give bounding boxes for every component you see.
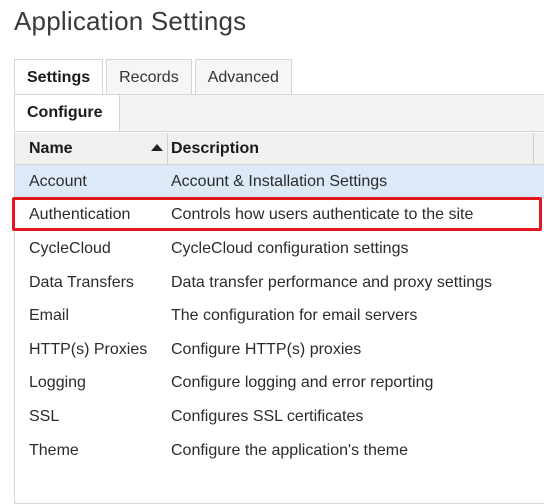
row-name: HTTP(s) Proxies <box>29 340 148 358</box>
row-name: CycleCloud <box>29 239 111 257</box>
row-description: Data transfer performance and proxy sett… <box>171 273 493 291</box>
settings-table: Name Description Account Account & Insta… <box>15 133 544 467</box>
table-row[interactable]: SSL Configures SSL certificates <box>15 400 544 434</box>
row-name: Logging <box>29 374 86 392</box>
subtab-configure[interactable]: Configure <box>15 95 120 131</box>
table-row[interactable]: Email The configuration for email server… <box>15 299 544 333</box>
column-header-name-label: Name <box>29 140 73 157</box>
row-name: Theme <box>29 441 79 459</box>
tab-records[interactable]: Records <box>106 59 192 95</box>
row-name: Email <box>29 307 70 325</box>
column-header-description[interactable]: Description <box>168 133 534 165</box>
table-row[interactable]: CycleCloud CycleCloud configuration sett… <box>15 232 544 266</box>
column-header-description-label: Description <box>171 140 260 157</box>
row-name: Account <box>29 172 87 190</box>
table-row[interactable]: Data Transfers Data transfer performance… <box>15 266 544 300</box>
sort-ascending-icon <box>151 144 163 151</box>
table-row[interactable]: Theme Configure the application's theme <box>15 434 544 468</box>
tab-settings[interactable]: Settings <box>14 59 104 96</box>
row-description: CycleCloud configuration settings <box>171 239 409 257</box>
column-header-name[interactable]: Name <box>15 133 168 165</box>
subtab-bar: Configure <box>15 95 544 132</box>
row-description: The configuration for email servers <box>171 307 418 325</box>
row-description: Configure the application's theme <box>171 441 408 459</box>
row-description: Configures SSL certificates <box>171 407 364 425</box>
settings-panel: Configure Name Description Account Accou… <box>14 94 544 504</box>
tab-strip: Settings Records Advanced <box>14 59 292 96</box>
row-name: Data Transfers <box>29 273 134 291</box>
row-description: Account & Installation Settings <box>171 172 388 190</box>
row-name: Authentication <box>29 206 131 224</box>
table-row[interactable]: HTTP(s) Proxies Configure HTTP(s) proxie… <box>15 333 544 367</box>
page-title: Application Settings <box>14 6 247 36</box>
table-row[interactable]: Logging Configure logging and error repo… <box>15 367 544 401</box>
table-row[interactable]: Authentication Controls how users authen… <box>15 199 544 233</box>
row-description: Configure HTTP(s) proxies <box>171 340 362 358</box>
table-row[interactable]: Account Account & Installation Settings <box>15 165 544 199</box>
row-name: SSL <box>29 407 60 425</box>
row-description: Configure logging and error reporting <box>171 374 434 392</box>
tab-advanced[interactable]: Advanced <box>194 59 292 95</box>
table-header: Name Description <box>15 133 544 165</box>
row-description: Controls how users authenticate to the s… <box>171 206 474 224</box>
